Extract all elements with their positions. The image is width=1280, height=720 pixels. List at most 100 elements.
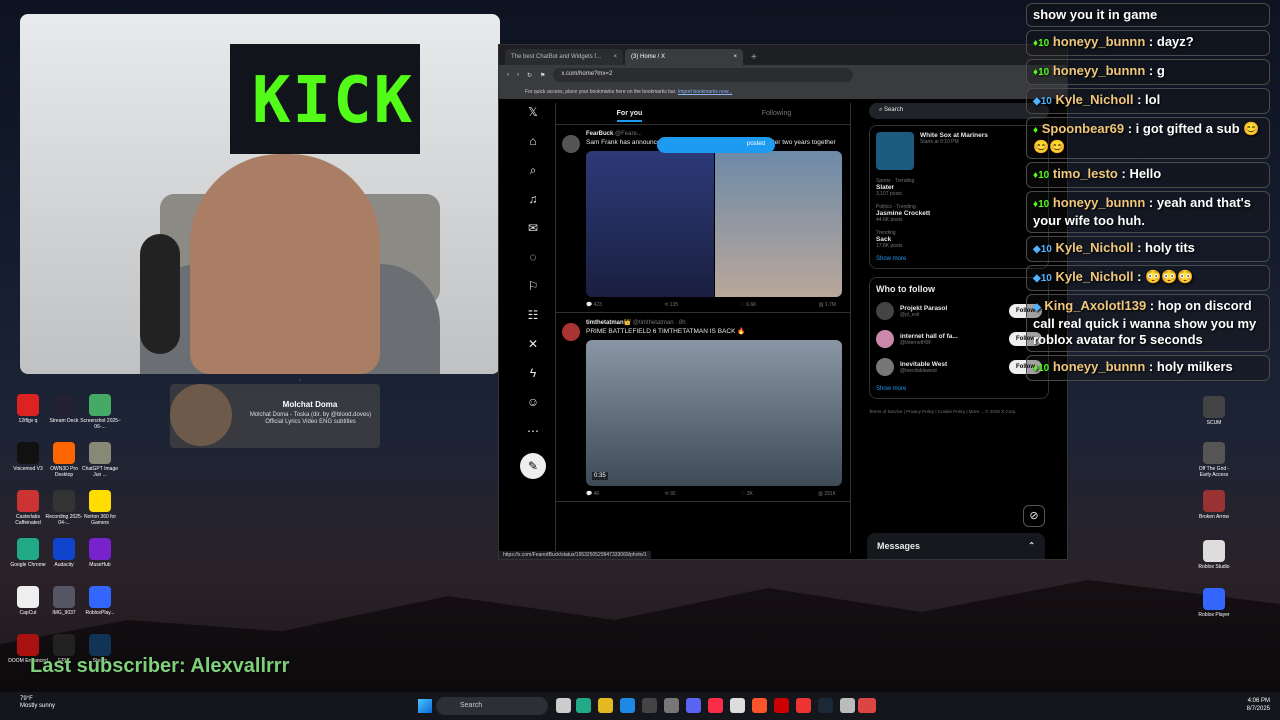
tweet-media[interactable] — [586, 151, 842, 297]
desktop-icon-label: RobloxPlay... — [85, 610, 115, 616]
app-icon[interactable] — [858, 698, 876, 713]
desktop-icon[interactable]: Audacity — [44, 538, 84, 568]
desktop-icon[interactable]: Stream Deck — [44, 394, 84, 424]
tab-chatbot[interactable]: × The best ChatBot and Widgets f... — [505, 49, 623, 65]
bookmarks-icon[interactable]: ⚐ — [525, 279, 541, 295]
home-icon[interactable]: ⌂ — [525, 134, 541, 150]
tweet-author[interactable]: FearBuck — [586, 131, 613, 137]
address-bar[interactable]: x.com/home?mx=2 — [553, 68, 854, 82]
desktop-icon[interactable]: 12tflgv q — [8, 394, 48, 424]
follow-suggestion[interactable]: internet hall of fa... @InternetH0F Follow — [876, 330, 1042, 348]
event-card[interactable]: White Sox at Mariners Starts at 9:10 PM — [876, 132, 1042, 170]
obs-icon[interactable] — [774, 698, 789, 713]
chatgpt-icon[interactable] — [730, 698, 745, 713]
desktop-icon[interactable]: Broken Arrow — [1194, 490, 1234, 520]
edge-icon[interactable] — [576, 698, 591, 713]
messages-drawer[interactable]: Messages ⌃ — [867, 533, 1045, 559]
chevron-up-icon[interactable]: ⌃ — [1028, 541, 1035, 550]
browser-icon[interactable] — [620, 698, 635, 713]
app-icon[interactable] — [796, 698, 811, 713]
premium-icon[interactable]: ✕ — [525, 337, 541, 353]
trend-item[interactable]: Trending Sack 17.8K posts — [876, 230, 1042, 249]
reply-button[interactable]: 💬 423 — [586, 302, 602, 308]
trend-item[interactable]: Sports · Trending Slater 3,107 posts — [876, 178, 1042, 197]
desktop-icon[interactable]: Roblox Studio — [1194, 540, 1234, 570]
file-explorer-icon[interactable] — [598, 698, 613, 713]
views-count[interactable]: ▥ 1.7M — [819, 302, 836, 308]
notifications-icon[interactable]: ♫ — [525, 192, 541, 208]
app-icon — [89, 538, 111, 560]
taskbar-search[interactable]: Search — [436, 697, 548, 715]
back-icon[interactable]: ‹ — [507, 72, 509, 78]
app-icon[interactable] — [664, 698, 679, 713]
brave-icon[interactable] — [752, 698, 767, 713]
profile-icon[interactable]: ☺ — [525, 395, 541, 411]
reply-button[interactable]: 💬 46 — [586, 491, 599, 497]
tweet-video[interactable]: 0:35 — [586, 340, 842, 486]
avatar[interactable] — [562, 135, 580, 153]
trend-item[interactable]: Politics · Trending Jasmine Crockett 44.6K… — [876, 204, 1042, 223]
grok-button-icon[interactable]: ⊘ — [1023, 505, 1045, 527]
new-tab-button[interactable]: + — [745, 50, 763, 65]
close-icon[interactable]: × — [733, 54, 737, 60]
follow-suggestion[interactable]: Inevitable West @Inevitablewest Follow — [876, 358, 1042, 376]
desktop-icon[interactable]: ChatGPT Image Jun ... — [80, 442, 120, 478]
chat-message: ♦ Spoonbear69 : i got gifted a sub 😊😊😊 — [1026, 117, 1270, 159]
views-count[interactable]: ▥ 291K — [818, 491, 836, 497]
desktop-icon[interactable]: Recording 2025-04-... — [44, 490, 84, 526]
new-posts-pill[interactable]: posted — [657, 137, 775, 153]
show-more-trends-link[interactable]: Show more — [876, 256, 1042, 262]
tweet-author[interactable]: timthetatman👑 — [586, 320, 631, 326]
close-icon[interactable]: × — [613, 54, 617, 60]
system-clock[interactable]: 4:06 PM 8/7/2025 — [1247, 697, 1270, 713]
desktop-icon[interactable]: MuseHub — [80, 538, 120, 568]
desktop-icon[interactable]: Norton 360 for Gamers — [80, 490, 120, 526]
tab-for-you[interactable]: For you — [556, 103, 703, 124]
desktop-icon[interactable]: Off The Grid - Early Access — [1194, 442, 1234, 478]
show-more-follow-link[interactable]: Show more — [876, 386, 1042, 392]
desktop-icon[interactable]: Voicemod V3 — [8, 442, 48, 472]
desktop-icon[interactable]: OWN3D Pro Desktop — [44, 442, 84, 478]
grok-icon[interactable]: ◌ — [525, 250, 541, 266]
messages-icon[interactable]: ✉ — [525, 221, 541, 237]
music-icon[interactable] — [708, 698, 723, 713]
x-search-input[interactable]: ⌕ Search — [869, 103, 1049, 119]
tab-following[interactable]: Following — [703, 103, 850, 124]
desktop-icon[interactable]: SCUM — [1194, 396, 1234, 426]
forward-icon[interactable]: › — [517, 72, 519, 78]
desktop-icon[interactable]: IMG_9037 — [44, 586, 84, 616]
footer-links[interactable]: Terms of Service | Privacy Policy | Cook… — [869, 407, 1049, 416]
x-logo-icon[interactable]: 𝕏 — [525, 105, 541, 121]
avatar[interactable] — [562, 323, 580, 341]
desktop-icon[interactable]: Screenshot 2025-06-... — [80, 394, 120, 430]
bookmark-icon[interactable]: ⚑ — [540, 72, 545, 79]
weather-widget[interactable]: 79°F Mostly sunny — [20, 696, 55, 710]
task-view-icon[interactable] — [556, 698, 571, 713]
discord-icon[interactable] — [686, 698, 701, 713]
desktop-icon[interactable]: CapCut — [8, 586, 48, 616]
tweet[interactable]: timthetatman👑 @timthetatman · 8h PRIME B… — [556, 313, 850, 502]
reload-icon[interactable]: ↻ — [527, 72, 532, 79]
import-bookmarks-link[interactable]: Import bookmarks now... — [678, 89, 732, 95]
verified-orgs-icon[interactable]: ϟ — [525, 366, 541, 382]
desktop-icon[interactable]: Google Chrome — [8, 538, 48, 568]
communities-icon[interactable]: ☷ — [525, 308, 541, 324]
tab-x-home[interactable]: × (3) Home / X — [625, 49, 743, 65]
desktop-icon[interactable]: RobloxPlay... — [80, 586, 120, 616]
desktop-icon[interactable]: Casterlabs Caffeinated — [8, 490, 48, 526]
store-icon[interactable] — [642, 698, 657, 713]
app-icon — [17, 394, 39, 416]
like-button[interactable]: ♡ 6.6K — [740, 302, 756, 308]
like-button[interactable]: ♡ 3K — [741, 491, 753, 497]
desktop-icon[interactable]: Roblox Player — [1194, 588, 1234, 618]
app-icon[interactable] — [840, 698, 855, 713]
follow-suggestion[interactable]: Projekt Parasol @pl_evil Follow — [876, 302, 1042, 320]
search-icon[interactable]: ⌕ — [525, 163, 541, 179]
repost-button[interactable]: ⟲ 135 — [664, 302, 678, 308]
more-icon[interactable]: ⋯ — [525, 424, 541, 440]
start-button-icon[interactable] — [418, 699, 432, 713]
steam-icon[interactable] — [818, 698, 833, 713]
compose-post-button[interactable]: ✎ — [520, 453, 546, 479]
repost-button[interactable]: ⟲ 92 — [664, 491, 675, 497]
tweet[interactable]: FearBuck @Feare... Sam Frank has announc… — [556, 125, 850, 313]
